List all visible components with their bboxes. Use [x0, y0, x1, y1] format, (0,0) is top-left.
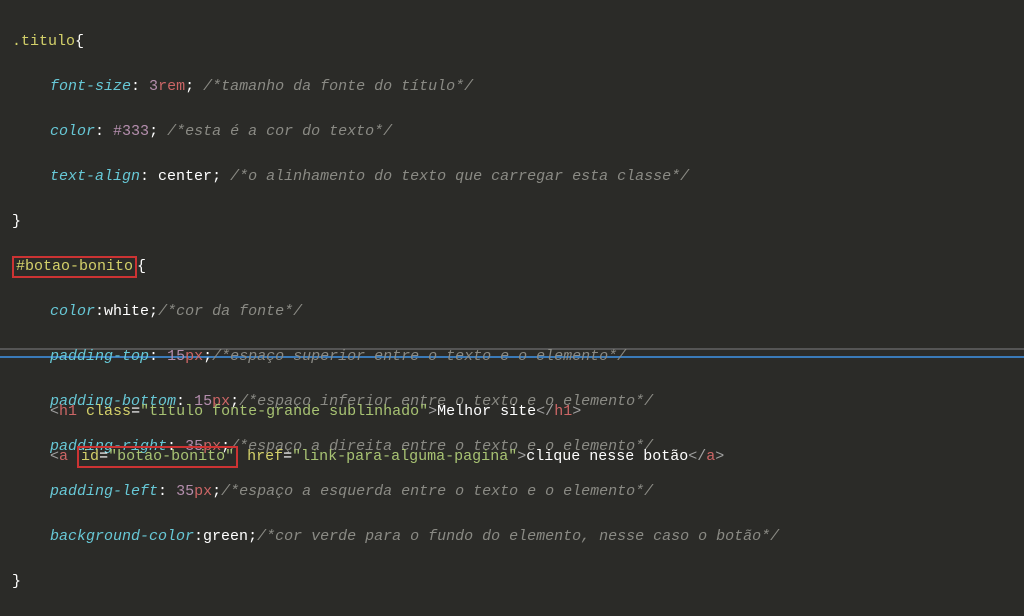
css-property: padding-top [50, 348, 149, 365]
code-line: color:white;/*cor da fonte*/ [12, 301, 1012, 324]
code-line: font-size: 3rem; /*tamanho da fonte do t… [12, 76, 1012, 99]
css-value-keyword: center [158, 168, 212, 185]
css-property: padding-left [50, 483, 158, 500]
attr-value: "titulo fonte-grande sublinhado" [140, 403, 428, 420]
code-line: <a id="botao-bonito" href="link-para-alg… [12, 446, 1012, 469]
css-property: font-size [50, 78, 131, 95]
code-line: background-color:green;/*cor verde para … [12, 526, 1012, 549]
css-comment: /*cor da fonte*/ [158, 303, 302, 320]
css-comment: /*cor verde para o fundo do elemento, ne… [257, 528, 779, 545]
css-property: color [50, 303, 95, 320]
html-text: Melhor site [437, 403, 536, 420]
code-line: #botao-bonito{ [12, 256, 1012, 279]
code-line: } [12, 211, 1012, 234]
close-brace: } [12, 213, 21, 230]
css-value-keyword: green [203, 528, 248, 545]
semicolon: ; [185, 78, 194, 95]
highlight-id-attr: id="botao-bonito" [77, 446, 238, 468]
code-line: } [12, 571, 1012, 594]
css-value-hex: #333 [113, 123, 149, 140]
css-value-number: 15 [167, 348, 185, 365]
code-line: .titulo{ [12, 31, 1012, 54]
attr-eq: = [131, 403, 140, 420]
colon: : [131, 78, 140, 95]
css-value-unit: rem [158, 78, 185, 95]
code-line: color: #333; /*esta é a cor do texto*/ [12, 121, 1012, 144]
attr-name: class [86, 403, 131, 420]
selector-id: #botao-bonito [16, 258, 133, 275]
css-comment: /*tamanho da fonte do título*/ [203, 78, 473, 95]
css-comment: /*espaço superior entre o texto e o elem… [212, 348, 626, 365]
css-value-unit: px [194, 483, 212, 500]
html-editor-pane[interactable]: <h1 class="titulo fonte-grande sublinhad… [0, 358, 1024, 499]
css-comment: /*esta é a cor do texto*/ [167, 123, 392, 140]
css-editor-pane[interactable]: .titulo{ font-size: 3rem; /*tamanho da f… [0, 0, 1024, 350]
attr-name: id [81, 448, 99, 465]
css-value-number: 35 [176, 483, 194, 500]
code-line: <h1 class="titulo fonte-grande sublinhad… [12, 401, 1012, 424]
css-comment: /*o alinhamento do texto que carregar es… [230, 168, 689, 185]
close-brace: } [12, 573, 21, 590]
html-text: clique nesse botão [526, 448, 688, 465]
open-brace: { [137, 258, 146, 275]
open-brace: { [75, 33, 84, 50]
tag-bracket: < [50, 403, 59, 420]
tag-name: h1 [59, 403, 77, 420]
selector-class: .titulo [12, 33, 75, 50]
css-property: background-color [50, 528, 194, 545]
attr-value: "link-para-alguma-pagina" [292, 448, 517, 465]
css-property: text-align [50, 168, 140, 185]
css-value-keyword: white [104, 303, 149, 320]
css-comment: /*espaço a esquerda entre o texto e o el… [221, 483, 653, 500]
attr-name: href [247, 448, 283, 465]
tag-bracket: < [50, 448, 59, 465]
css-property: color [50, 123, 95, 140]
attr-value: "botao-bonito" [108, 448, 234, 465]
tag-name: a [59, 448, 68, 465]
code-line: text-align: center; /*o alinhamento do t… [12, 166, 1012, 189]
css-value-unit: px [185, 348, 203, 365]
highlight-selector-id: #botao-bonito [12, 256, 137, 278]
css-value-number: 3 [149, 78, 158, 95]
